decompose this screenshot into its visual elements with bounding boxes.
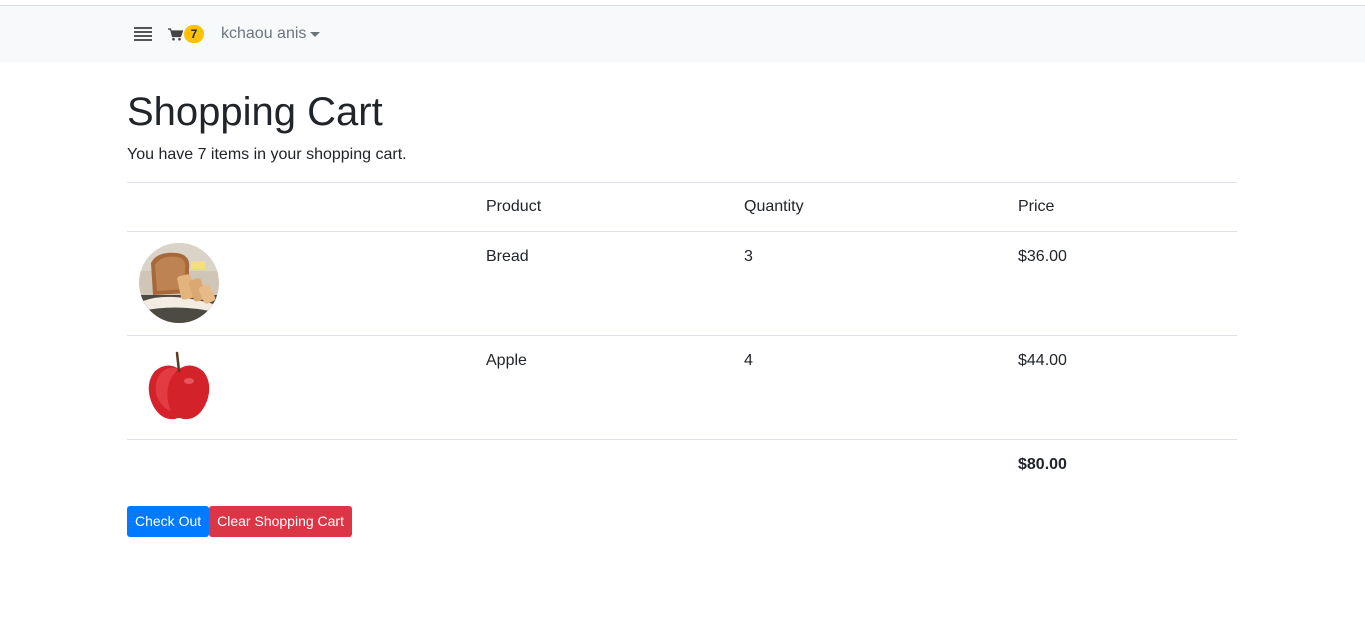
product-name: Apple <box>474 335 732 440</box>
table-row: Apple 4 $44.00 <box>127 335 1237 440</box>
cart-count-badge: 7 <box>184 25 204 43</box>
total-empty-cell <box>732 439 1006 490</box>
table-row: Bread 3 $36.00 <box>127 231 1237 336</box>
header-quantity: Quantity <box>732 182 1006 232</box>
total-empty-cell <box>127 439 474 490</box>
total-row: $80.00 <box>127 439 1237 490</box>
header-image <box>127 182 474 232</box>
cart-button[interactable]: 7 <box>168 25 204 43</box>
header-price: Price <box>1006 182 1237 232</box>
hamburger-menu-icon[interactable] <box>134 27 152 41</box>
caret-down-icon <box>310 32 321 37</box>
navbar: 7 kchaou anis <box>0 6 1365 62</box>
cart-summary: You have 7 items in your shopping cart. <box>127 146 407 163</box>
cart-actions: Check Out Clear Shopping Cart <box>127 506 352 537</box>
navbar-content: 7 kchaou anis <box>134 6 321 62</box>
cart-table: Product Quantity Price Bread 3 $36.00 Ap… <box>127 182 1237 490</box>
page-title: Shopping Cart <box>127 90 383 134</box>
product-name: Bread <box>474 231 732 336</box>
product-image-cell <box>127 335 474 440</box>
cart-total: $80.00 <box>1006 439 1237 490</box>
user-name: kchaou anis <box>221 25 307 42</box>
checkout-button[interactable]: Check Out <box>127 506 210 537</box>
user-dropdown[interactable]: kchaou anis <box>221 25 321 43</box>
table-header-row: Product Quantity Price <box>127 182 1237 232</box>
product-quantity: 3 <box>732 231 1006 336</box>
total-empty-cell <box>474 439 732 490</box>
product-quantity: 4 <box>732 335 1006 440</box>
product-price: $36.00 <box>1006 231 1237 336</box>
product-price: $44.00 <box>1006 335 1237 440</box>
apple-photo <box>139 347 219 427</box>
shopping-cart-icon <box>168 27 183 41</box>
clear-cart-button[interactable]: Clear Shopping Cart <box>209 506 352 537</box>
bread-photo <box>139 243 219 323</box>
product-image-cell <box>127 231 474 336</box>
header-product: Product <box>474 182 732 232</box>
